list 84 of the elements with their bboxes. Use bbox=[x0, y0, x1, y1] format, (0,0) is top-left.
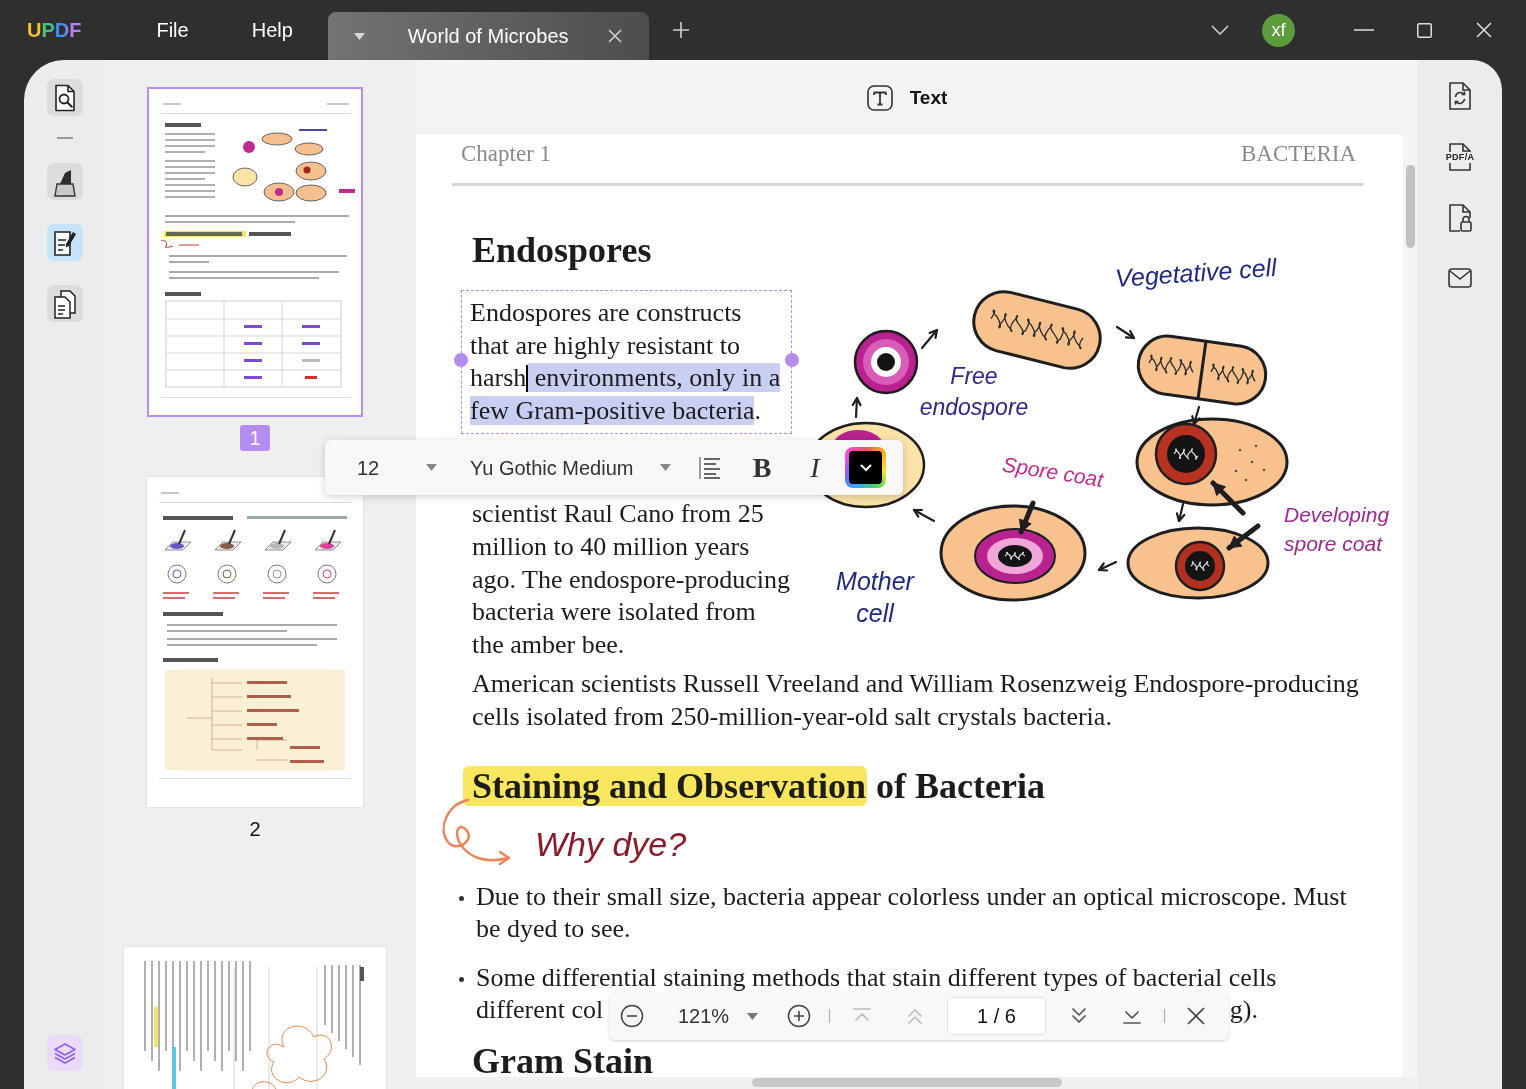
zoom-dropdown[interactable]: 121% bbox=[678, 1004, 758, 1028]
document-edit-icon bbox=[51, 228, 78, 257]
font-size-dropdown[interactable]: 12 bbox=[357, 455, 437, 480]
tool-button[interactable] bbox=[46, 79, 83, 116]
handwritten-note: Why dye? bbox=[535, 823, 687, 864]
align-left-icon bbox=[698, 455, 722, 480]
chevron-down-icon bbox=[1211, 25, 1229, 35]
page-number: 1 bbox=[240, 425, 270, 451]
list-item-text: different col bbox=[476, 994, 604, 1027]
caret-down-icon bbox=[747, 1012, 758, 1020]
page-header-text: BACTERIA bbox=[1241, 140, 1356, 168]
bold-button[interactable]: B bbox=[750, 452, 774, 483]
mode-title: Text bbox=[909, 85, 948, 110]
align-button[interactable] bbox=[697, 454, 723, 481]
caret-down-icon bbox=[426, 464, 437, 471]
page-thumbnail[interactable] bbox=[124, 947, 386, 1089]
figure-label: Mother cell bbox=[835, 566, 916, 629]
figure-label: Free endospore bbox=[918, 362, 1030, 422]
italic-button[interactable]: I bbox=[807, 452, 823, 483]
maximize-icon bbox=[1416, 22, 1432, 38]
section-heading: Staining and Observation of Bacteria bbox=[463, 764, 1403, 808]
arrow bbox=[1191, 405, 1201, 426]
close-icon bbox=[607, 29, 622, 43]
plus-icon bbox=[671, 21, 690, 39]
resize-handle[interactable] bbox=[785, 353, 799, 367]
zoom-in-button[interactable] bbox=[786, 1003, 812, 1029]
font-dropdown[interactable]: Yu Gothic Medium bbox=[470, 455, 671, 480]
tool-button[interactable] bbox=[46, 285, 83, 322]
list-item-text: Due to their small size, bacteria appear colorless under an optical microscope. Must be dyed to see. bbox=[476, 880, 1348, 946]
arrow bbox=[920, 328, 939, 350]
caret-down-icon bbox=[353, 32, 365, 40]
close-window-button[interactable] bbox=[1475, 21, 1493, 39]
tool-button[interactable] bbox=[46, 163, 83, 200]
close-icon bbox=[1187, 1007, 1205, 1025]
layers-icon bbox=[52, 1041, 77, 1065]
plus-circle-icon bbox=[787, 1004, 811, 1028]
horizontal-scrollbar[interactable] bbox=[752, 1078, 1062, 1087]
tool-button[interactable] bbox=[46, 224, 83, 261]
minus-circle-icon bbox=[620, 1004, 644, 1028]
caret-down-icon bbox=[660, 464, 671, 471]
maximize-button[interactable] bbox=[1415, 21, 1433, 39]
section-heading: Endospores bbox=[472, 229, 652, 272]
pointer-arrow bbox=[1226, 523, 1261, 551]
arrow bbox=[1097, 560, 1118, 572]
pdf-a-button[interactable]: PDF/A bbox=[1444, 141, 1476, 173]
document-search-icon bbox=[52, 83, 77, 112]
bullet-icon bbox=[459, 976, 464, 982]
arrow bbox=[912, 508, 936, 523]
page-thumbnail[interactable] bbox=[147, 477, 363, 807]
file-lock-icon bbox=[1448, 203, 1472, 233]
page-number: 2 bbox=[249, 817, 261, 841]
figure-label: Developing spore coat bbox=[1284, 502, 1391, 557]
file-sync-icon bbox=[1448, 81, 1472, 111]
pointer-arrow bbox=[1210, 480, 1246, 516]
paragraph-text: scientist Raul Cano from 25 million to 40 million years ago. The endospore-producing bacteria were isolated from the amber bee. bbox=[472, 498, 790, 661]
list-item-text: Some differential staining methods that stain different types of bacterial cells bbox=[476, 961, 1277, 994]
bullet-icon bbox=[459, 895, 464, 901]
arrow bbox=[1175, 502, 1186, 523]
resize-handle[interactable] bbox=[454, 353, 468, 367]
menu-item[interactable]: Help bbox=[251, 18, 293, 42]
minimize-icon bbox=[1354, 29, 1374, 31]
section-heading: Gram Stain bbox=[472, 1043, 654, 1077]
page-header-text: Chapter 1 bbox=[461, 140, 552, 168]
document-tab[interactable]: World of Microbes bbox=[327, 12, 649, 60]
figure-label: Vegetative cell bbox=[1114, 251, 1279, 294]
vertical-scrollbar[interactable] bbox=[1406, 165, 1415, 248]
pages-icon bbox=[51, 288, 78, 319]
arrow bbox=[1115, 325, 1136, 340]
figure-label: Spore coat bbox=[1000, 451, 1106, 493]
page-thumbnail[interactable] bbox=[147, 87, 363, 417]
menu-item[interactable]: File bbox=[156, 18, 189, 42]
text-tool-icon bbox=[866, 84, 893, 111]
list-item-text: g). bbox=[1229, 994, 1258, 1027]
page-number-field[interactable]: 1 / 6 bbox=[947, 997, 1046, 1035]
chevron-down-icon bbox=[859, 463, 872, 472]
zoom-out-button[interactable] bbox=[619, 1003, 645, 1029]
text-cursor bbox=[526, 365, 529, 393]
pointer-arrow bbox=[1018, 500, 1036, 535]
paragraph-text: American scientists Russell Vreeland and William Rosenzweig Endospore-producing cells isolated from 250-million-year-old salt crystals bacteria. bbox=[472, 668, 1360, 733]
free-endospore bbox=[853, 329, 919, 395]
arrow bbox=[851, 396, 862, 419]
close-icon bbox=[1476, 22, 1492, 38]
layers-button[interactable] bbox=[46, 1035, 83, 1071]
mail-icon bbox=[1448, 268, 1472, 288]
